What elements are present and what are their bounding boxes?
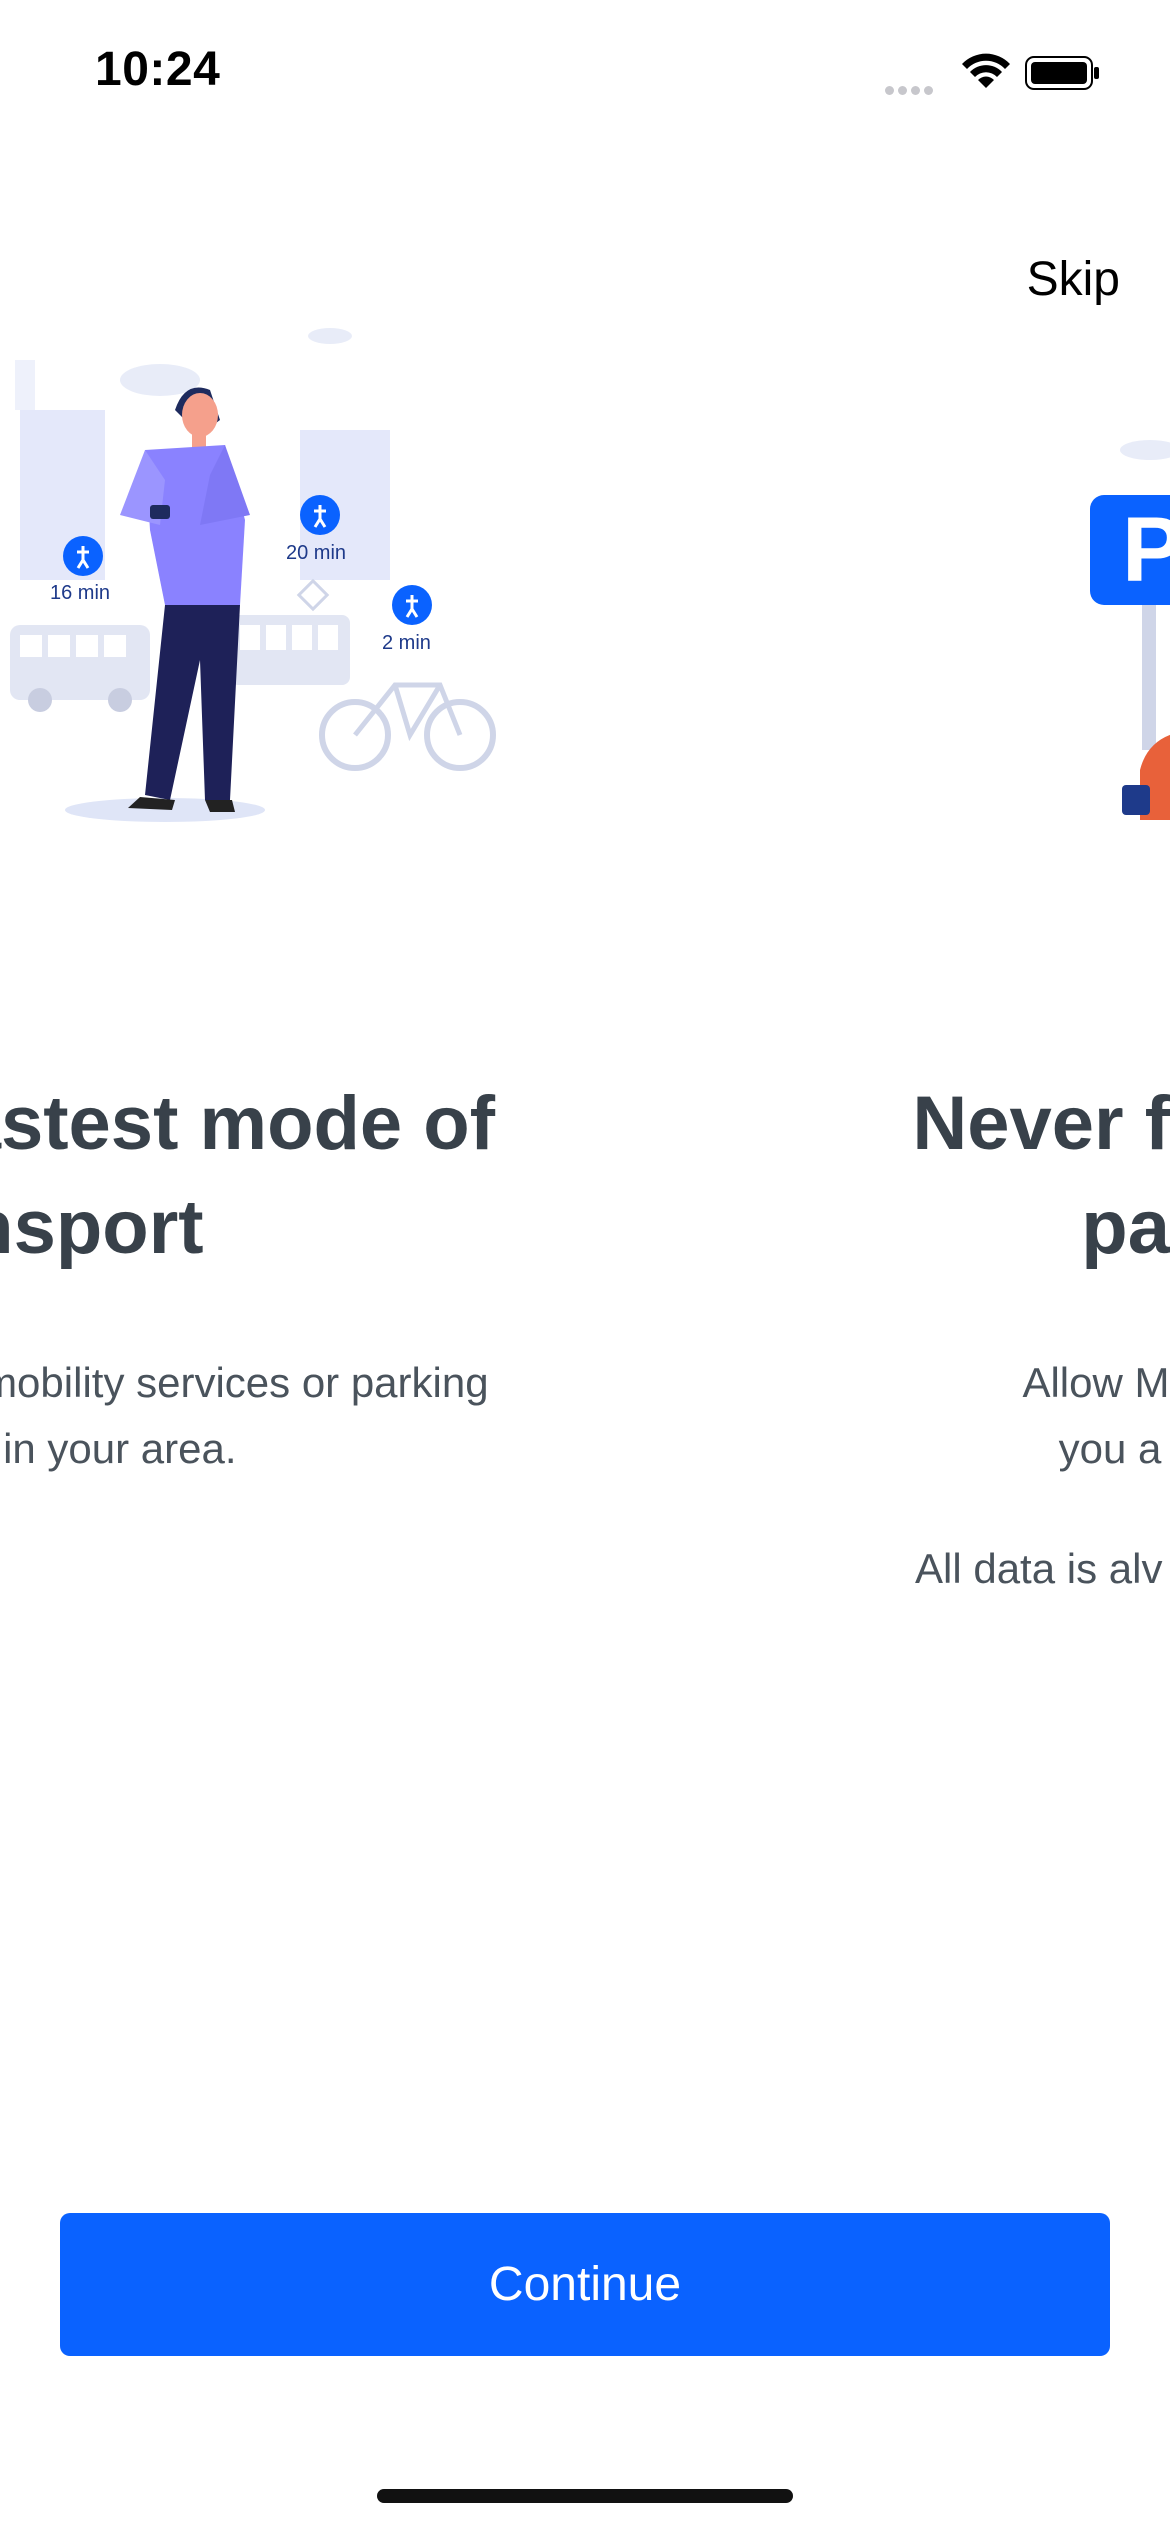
onboarding-screen: 10:24 Skip 16 min 20 min 2 min stest mod…	[0, 0, 1170, 2532]
walk-badge-label-3: 2 min	[382, 632, 431, 654]
walk-badge-label-1: 16 min	[50, 582, 111, 604]
walk-badge-label-2: 20 min	[286, 542, 347, 564]
slide-privacy-note: All data is alv	[915, 1545, 1163, 1592]
slide-parking-reminder: P Never f pa Allow Motion & F you a remi…	[810, 300, 1170, 1700]
status-bar: 10:24	[0, 0, 1170, 150]
slide-fastest-mode: 16 min 20 min 2 min e fastest mode of tr…	[0, 300, 660, 1700]
status-icons	[885, 52, 1115, 96]
commuter-illustration	[10, 328, 496, 822]
wifi-icon	[962, 53, 1010, 88]
slide-title: e fastest mode of transport	[0, 1081, 496, 1270]
status-time: 10:24	[95, 43, 221, 96]
skip-button[interactable]: Skip	[1027, 252, 1120, 307]
signal-icon	[885, 82, 939, 95]
home-indicator[interactable]	[377, 2489, 793, 2503]
parking-illustration: P	[1090, 430, 1170, 850]
slide-title: Never f pa	[912, 1081, 1170, 1270]
parking-sign-graphic	[1090, 440, 1170, 820]
slide-description: Allow Motion & F you a remind	[1022, 1359, 1170, 1472]
continue-button[interactable]: Continue	[60, 2213, 1110, 2356]
parking-sign-letter: P	[1122, 499, 1170, 601]
battery-icon	[1025, 56, 1099, 90]
slide-description: nd all mobility services or parking plac…	[0, 1359, 489, 1472]
onboarding-carousel[interactable]: 16 min 20 min 2 min e fastest mode of tr…	[0, 300, 1170, 1700]
